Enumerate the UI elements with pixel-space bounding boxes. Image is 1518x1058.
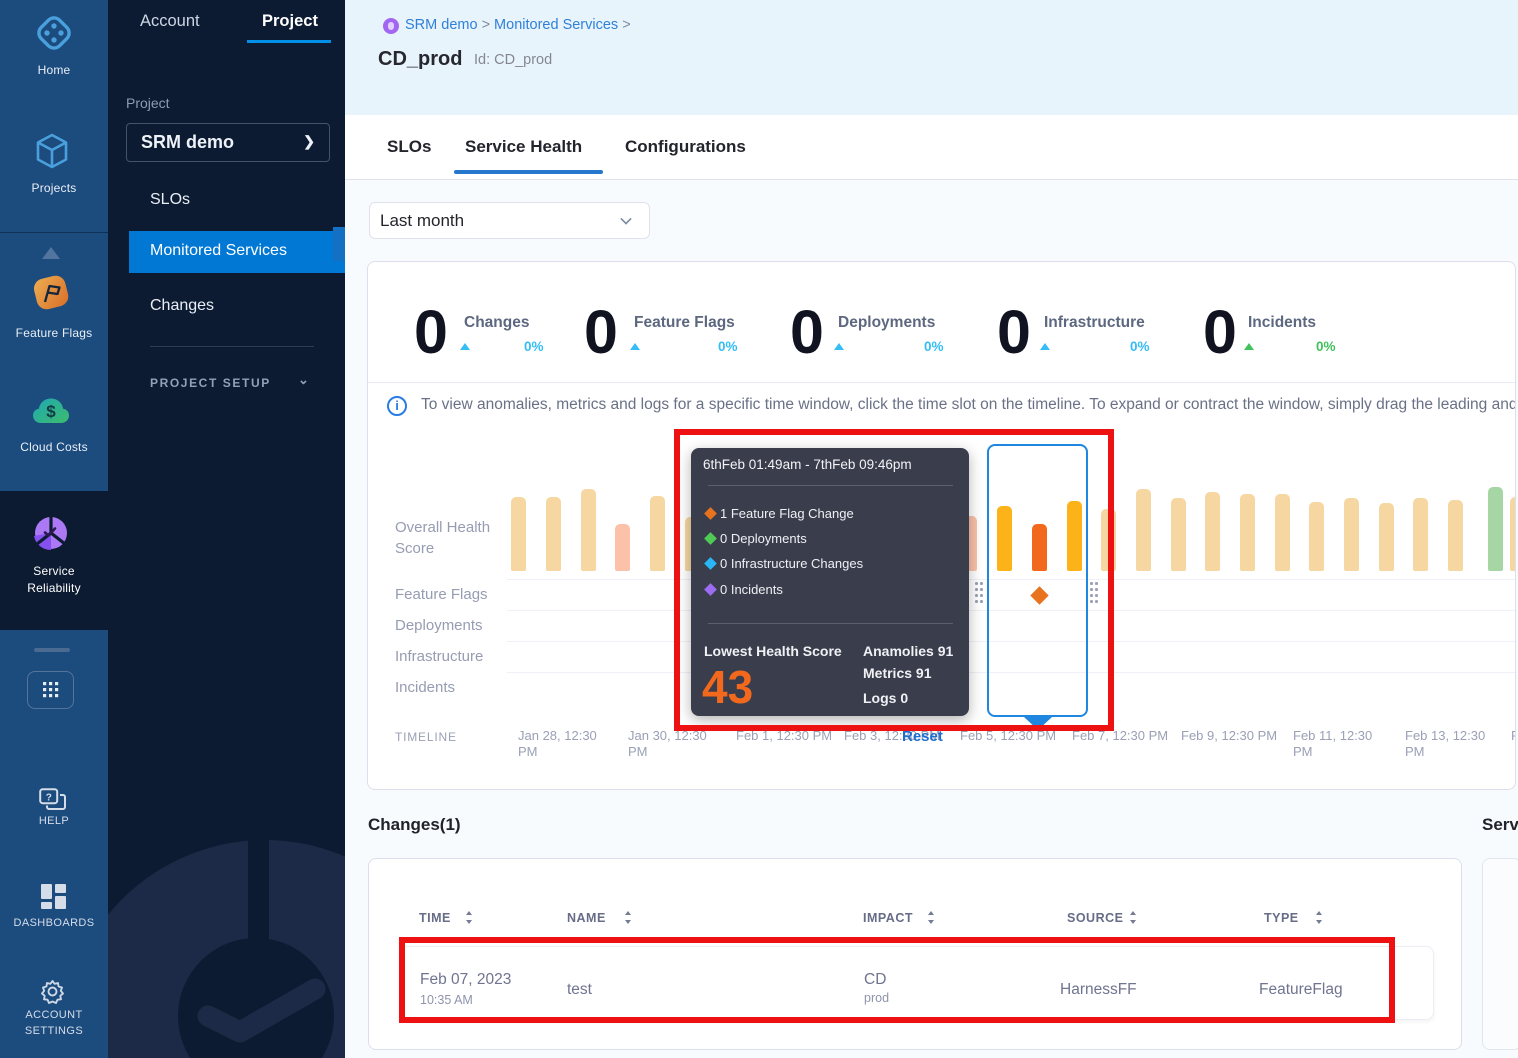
svg-text:$: $ — [46, 402, 56, 421]
svg-text:?: ? — [46, 792, 52, 803]
